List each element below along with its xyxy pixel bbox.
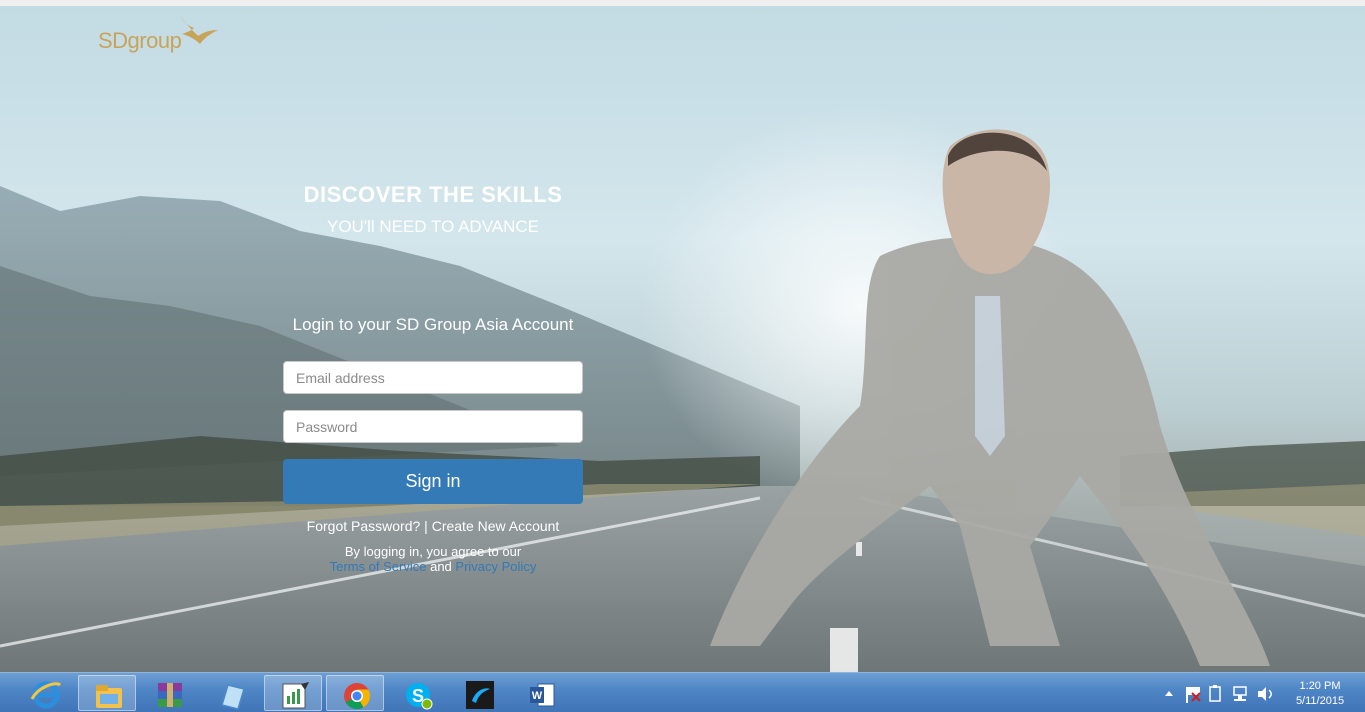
telenor-icon bbox=[466, 681, 494, 709]
system-tray bbox=[1165, 685, 1272, 703]
taskbar-skype[interactable]: S bbox=[388, 675, 446, 711]
notepad-icon bbox=[221, 684, 245, 710]
network-icon bbox=[1233, 686, 1247, 701]
brand-logo[interactable]: SDgroup bbox=[98, 28, 182, 54]
taskbar-chart-app[interactable] bbox=[264, 675, 322, 711]
background-scene bbox=[0, 106, 1365, 672]
skype-icon: S bbox=[406, 683, 433, 710]
show-hidden-icons-icon bbox=[1165, 691, 1173, 696]
hero-title: DISCOVER THE SKILLS bbox=[303, 182, 563, 207]
chart-app-icon bbox=[282, 682, 309, 709]
taskbar-winrar[interactable] bbox=[140, 675, 198, 711]
password-input[interactable] bbox=[283, 410, 583, 443]
hero-subtitle: YOU'll NEED TO ADVANCE bbox=[326, 217, 540, 236]
svg-text:W: W bbox=[532, 690, 543, 702]
internet-explorer-icon bbox=[30, 681, 62, 709]
link-separator: | bbox=[420, 518, 432, 534]
terms-of-service-link[interactable]: Terms of Service bbox=[330, 559, 427, 574]
taskbar-file-explorer[interactable] bbox=[78, 675, 136, 711]
action-center-flag-icon bbox=[1186, 687, 1201, 703]
privacy-policy-link[interactable]: Privacy Policy bbox=[455, 559, 536, 574]
taskbar-chrome[interactable] bbox=[326, 675, 384, 711]
clock-time: 1:20 PM bbox=[1299, 680, 1341, 692]
clock-date: 5/11/2015 bbox=[1295, 695, 1345, 707]
terms-notice: By logging in, you agree to our Terms of… bbox=[283, 544, 583, 574]
power-icon bbox=[1209, 685, 1221, 702]
login-page: SDgroup DISCOVER THE SKILLS YOU'll NEED … bbox=[0, 6, 1365, 672]
file-explorer-icon bbox=[96, 685, 122, 708]
taskbar-telenor[interactable] bbox=[450, 675, 508, 711]
bird-logo-icon bbox=[180, 16, 218, 44]
create-account-link[interactable]: Create New Account bbox=[432, 518, 560, 534]
volume-icon bbox=[1258, 687, 1272, 701]
email-input[interactable] bbox=[283, 361, 583, 394]
login-heading: Login to your SD Group Asia Account bbox=[292, 315, 574, 334]
and-text: and bbox=[426, 559, 456, 574]
taskbar-clock[interactable]: 1:20 PM 5/11/2015 bbox=[1280, 679, 1360, 709]
forgot-password-link[interactable]: Forgot Password? bbox=[307, 518, 421, 534]
account-links: Forgot Password? | Create New Account bbox=[283, 518, 583, 534]
agree-text: By logging in, you agree to our bbox=[344, 544, 522, 559]
taskbar-word[interactable]: W bbox=[512, 675, 570, 711]
screen: SDgroup DISCOVER THE SKILLS YOU'll NEED … bbox=[0, 0, 1365, 712]
taskbar-internet-explorer[interactable] bbox=[16, 675, 74, 711]
sign-in-button[interactable]: Sign in bbox=[283, 459, 583, 504]
chrome-icon bbox=[344, 683, 371, 710]
word-icon: W bbox=[530, 683, 555, 707]
taskbar-notepad[interactable] bbox=[202, 675, 260, 711]
windows-taskbar: S W 1:20 PM 5/11/2015 bbox=[0, 672, 1365, 712]
winrar-icon bbox=[158, 683, 182, 707]
